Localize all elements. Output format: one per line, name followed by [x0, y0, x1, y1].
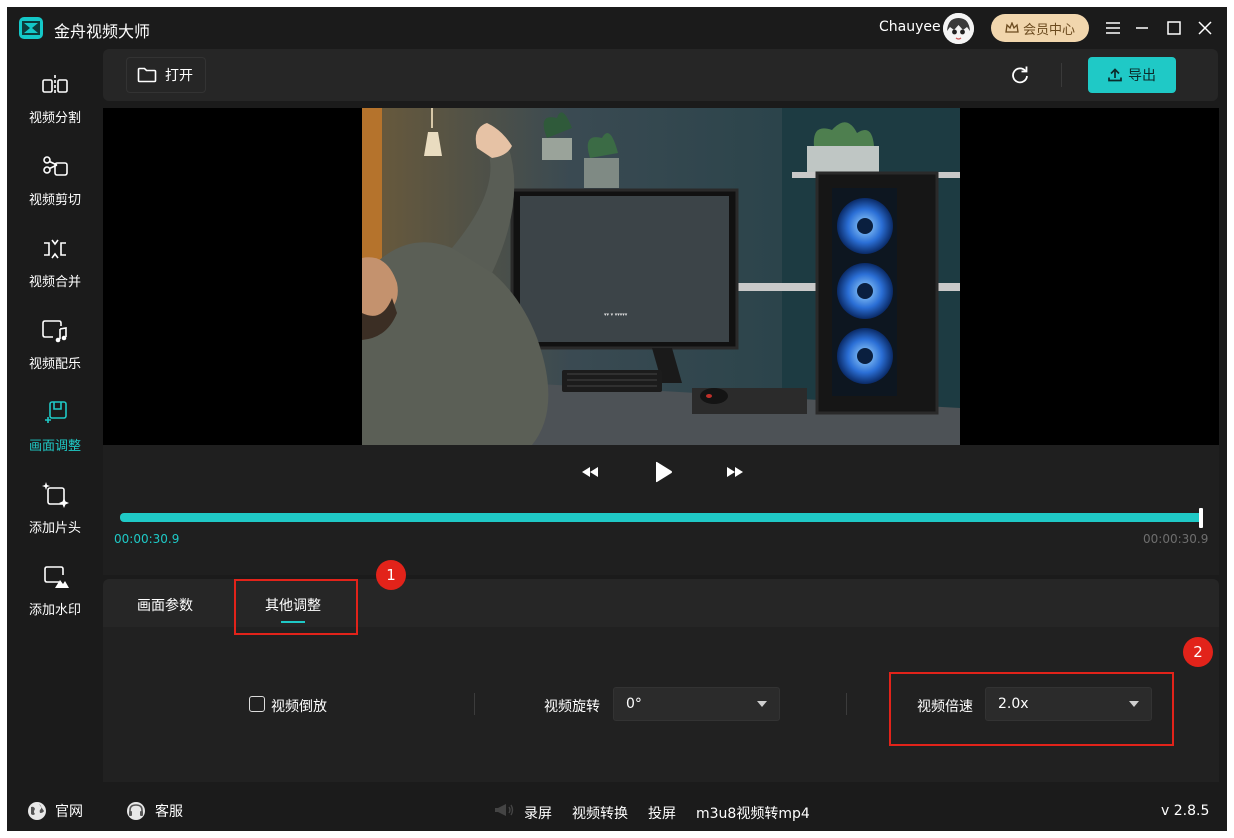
sidebar-item-label: 视频合并: [28, 275, 81, 290]
app-logo-icon: [19, 17, 43, 39]
rotate-value: 0°: [626, 696, 642, 712]
reverse-label[interactable]: 视频倒放: [271, 696, 327, 716]
sidebar-item-label: 视频配乐: [28, 357, 81, 372]
fast-forward-icon[interactable]: [720, 457, 750, 487]
export-label: 导出: [1128, 68, 1156, 84]
annotation-box-1: [234, 579, 358, 635]
video-player[interactable]: ▾▾ ▾ ▾▾▾▾▾: [103, 108, 1219, 445]
menu-icon[interactable]: [1101, 16, 1125, 40]
toolbar-divider: [1061, 63, 1062, 87]
reverse-checkbox[interactable]: [249, 696, 265, 712]
vip-center-button[interactable]: 会员中心: [991, 14, 1089, 42]
sidebar-item-frame-adjust[interactable]: 画面调整: [7, 387, 103, 463]
annotation-box-2: [889, 672, 1174, 746]
version-label: v 2.8.5: [1161, 803, 1210, 819]
sidebar-item-label: 添加水印: [28, 603, 81, 618]
refresh-icon[interactable]: [1008, 63, 1032, 87]
sidebar-item-label: 添加片头: [28, 521, 81, 536]
tab-frame-params[interactable]: 画面参数: [137, 595, 193, 615]
watermark-icon: [44, 566, 69, 588]
support-label: 客服: [155, 804, 183, 820]
megaphone-icon: [493, 801, 515, 819]
frame-adjust-icon: [45, 401, 67, 423]
footer-link-record[interactable]: 录屏: [524, 803, 552, 823]
video-frame: ▾▾ ▾ ▾▾▾▾▾: [362, 108, 960, 445]
username[interactable]: Chauyee: [879, 19, 941, 35]
progress-handle[interactable]: [1199, 508, 1203, 528]
field-divider: [474, 693, 475, 715]
scissors-icon: [43, 156, 68, 176]
progress-bar[interactable]: [120, 513, 1203, 522]
merge-icon: [44, 239, 66, 259]
footer-link-cast[interactable]: 投屏: [648, 803, 676, 823]
sidebar: 视频分割 视频剪切 视频合并 视频配乐 画面调整 添加片头 添加水印: [7, 49, 103, 789]
annotation-badge-2: 2: [1183, 637, 1213, 667]
current-time: 00:00:30.9: [114, 532, 180, 546]
music-icon: [42, 320, 67, 343]
play-icon[interactable]: [648, 457, 678, 487]
app-window: 金舟视频大师 Chauyee 会员中心 视频分割 视频剪切 视频合并 视频配乐 …: [7, 7, 1227, 831]
sidebar-item-cut[interactable]: 视频剪切: [7, 141, 103, 217]
sidebar-item-split[interactable]: 视频分割: [7, 59, 103, 135]
add-intro-icon: [42, 482, 69, 508]
rewind-icon[interactable]: [575, 457, 605, 487]
minimize-icon[interactable]: [1130, 16, 1154, 40]
sidebar-item-watermark[interactable]: 添加水印: [7, 551, 103, 627]
toolbar: 打开 导出: [103, 49, 1218, 101]
open-button[interactable]: 打开: [126, 57, 206, 93]
app-title: 金舟视频大师: [54, 22, 151, 41]
rotate-label: 视频旋转: [544, 699, 600, 715]
maximize-icon[interactable]: [1162, 16, 1186, 40]
support-link[interactable]: 客服: [125, 801, 183, 821]
website-label: 官网: [55, 804, 83, 820]
title-bar: 金舟视频大师 Chauyee 会员中心: [7, 7, 1227, 49]
upload-icon: [1108, 68, 1122, 82]
rotate-select[interactable]: 0°: [613, 687, 780, 721]
split-icon: [42, 75, 68, 95]
chevron-down-icon: [757, 701, 767, 707]
folder-icon: [137, 67, 157, 83]
sidebar-item-music[interactable]: 视频配乐: [7, 305, 103, 381]
footer-link-m3u8[interactable]: m3u8视频转mp4: [696, 803, 810, 823]
open-label: 打开: [165, 68, 193, 84]
total-time: 00:00:30.9: [1143, 532, 1209, 546]
sidebar-item-label: 视频剪切: [28, 193, 81, 208]
headset-icon: [127, 802, 145, 820]
annotation-badge-1: 1: [376, 560, 406, 590]
field-divider: [846, 693, 847, 715]
sidebar-item-merge[interactable]: 视频合并: [7, 223, 103, 299]
footer-link-convert[interactable]: 视频转换: [572, 803, 628, 823]
export-button[interactable]: 导出: [1088, 57, 1176, 93]
close-icon[interactable]: [1193, 16, 1217, 40]
globe-icon: [28, 802, 46, 820]
player-controls: 00:00:30.9 00:00:30.9: [103, 445, 1219, 575]
svg-text:▾▾ ▾ ▾▾▾▾▾: ▾▾ ▾ ▾▾▾▾▾: [604, 312, 628, 318]
website-link[interactable]: 官网: [27, 801, 83, 821]
avatar[interactable]: [943, 13, 974, 44]
progress-fill: [120, 513, 1203, 522]
sidebar-item-label: 画面调整: [28, 439, 81, 454]
footer: 官网 客服 录屏 视频转换 投屏 m3u8视频转mp4 v 2.8.5: [7, 789, 1227, 831]
vip-center-label: 会员中心: [1022, 22, 1075, 38]
crown-icon: [1005, 22, 1019, 33]
sidebar-item-label: 视频分割: [28, 111, 81, 126]
sidebar-item-add-intro[interactable]: 添加片头: [7, 469, 103, 545]
